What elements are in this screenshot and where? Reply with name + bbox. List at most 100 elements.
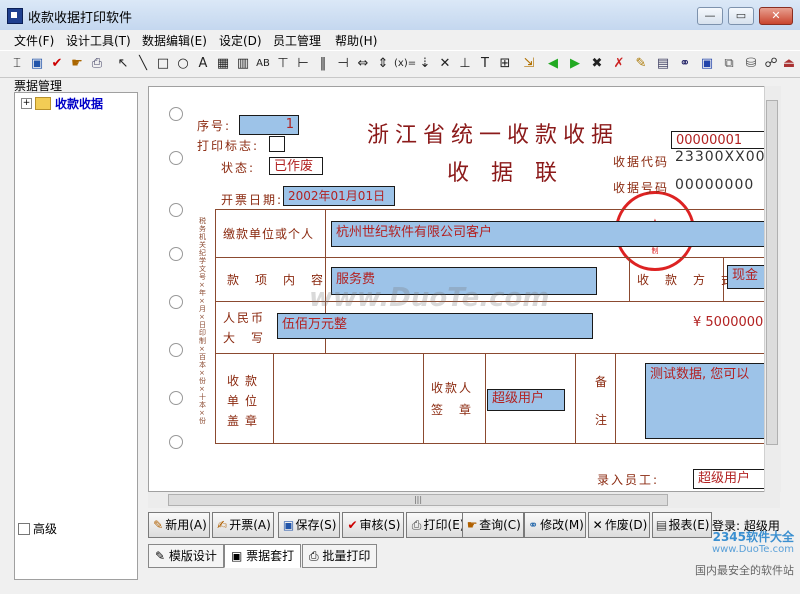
align-left-icon[interactable]: ⊢ [294, 55, 312, 73]
copy-icon[interactable]: ⧉ [720, 55, 738, 73]
table-line [629, 257, 630, 301]
ruler-icon[interactable]: ⊥ [456, 55, 474, 73]
void-icon[interactable]: ✗ [610, 55, 628, 73]
advanced-checkbox[interactable] [18, 523, 30, 535]
same-width-icon[interactable]: ⇔ [354, 55, 372, 73]
tab-template-design[interactable]: ✎ 模版设计 [148, 544, 224, 568]
corner-watermark-logo: 2345软件大全 www.DuoTe.com 国内最安全的软件站 [660, 524, 800, 594]
status-label: 状态: [221, 161, 256, 175]
issue-icon: ✍ [217, 518, 228, 532]
align-right-icon[interactable]: ⊣ [334, 55, 352, 73]
minimize-button[interactable]: — [697, 7, 723, 25]
punch-hole [169, 435, 183, 449]
binoculars-icon[interactable]: ☍ [762, 55, 780, 73]
same-height-icon[interactable]: ⇕ [374, 55, 392, 73]
horizontal-scroll-thumb[interactable]: ||| [168, 494, 668, 506]
new-icon: ✎ [153, 518, 164, 532]
save-icon[interactable]: ▣ [28, 55, 46, 73]
text-tool-icon[interactable]: T [476, 55, 494, 73]
save-icon: ▣ [282, 518, 295, 532]
new-button[interactable]: ✎ 新用(A) [148, 512, 210, 538]
window-icon[interactable]: ▣ [698, 55, 716, 73]
menu-design-tools[interactable]: 设计工具(T) [66, 32, 131, 49]
tree-item-receipt[interactable]: 收款收据 [55, 95, 103, 112]
punch-hole [169, 107, 183, 121]
modify-button[interactable]: ⚭ 修改(M) [524, 512, 586, 538]
formula-icon[interactable]: (x)= [394, 55, 416, 73]
issue-button[interactable]: ✍ 开票(A) [212, 512, 274, 538]
font-icon[interactable]: AB [254, 55, 272, 73]
table-line [215, 257, 779, 258]
approve-button[interactable]: ✔ 审核(S) [342, 512, 404, 538]
vertical-scroll-thumb[interactable] [766, 100, 778, 445]
receipt-subtitle: 收 据 联 [447, 161, 558, 186]
table-line [215, 353, 779, 354]
arrow-icon[interactable]: ↖ [114, 55, 132, 73]
menu-help[interactable]: 帮助(H) [335, 32, 377, 49]
exit-icon[interactable]: ⏏ [780, 55, 798, 73]
link-icon[interactable]: ⚭ [676, 55, 694, 73]
seq-field[interactable]: 1 [239, 115, 299, 135]
batch-print-icon: ⎙ [309, 549, 323, 563]
menu-file[interactable]: 文件(F) [14, 32, 54, 49]
payer-field[interactable]: 杭州世纪软件有限公司客户 [331, 221, 779, 247]
void-button[interactable]: ✕ 作废(D) [588, 512, 650, 538]
brand-name: 2345软件大全 [712, 530, 794, 544]
pointer-icon[interactable]: ⌶ [8, 55, 26, 73]
rmb-field[interactable]: 伍佰万元整 [277, 313, 593, 339]
folder-icon [35, 97, 51, 110]
ticket-icon: ▣ [231, 549, 247, 563]
rectangle-icon[interactable]: □ [154, 55, 172, 73]
delete-icon[interactable]: ✕ [436, 55, 454, 73]
next-icon[interactable]: ▶ [566, 55, 584, 73]
print-icon[interactable]: ⎙ [88, 55, 106, 73]
menu-settings[interactable]: 设定(D) [219, 32, 262, 49]
image-icon[interactable]: ▦ [214, 55, 232, 73]
menu-data-edit[interactable]: 数据编辑(E) [142, 32, 207, 49]
sort-icon[interactable]: ⇣ [416, 55, 434, 73]
cancel-icon[interactable]: ✖ [588, 55, 606, 73]
line-icon[interactable]: ╲ [134, 55, 152, 73]
payee-label: 收款人 [431, 381, 474, 395]
date-field[interactable]: 2002年01月01日 [283, 186, 395, 206]
align-center-icon[interactable]: ‖ [314, 55, 332, 73]
menu-staff[interactable]: 员工管理 [273, 32, 321, 49]
brand-url: www.DuoTe.com [711, 544, 794, 555]
entry-staff-label: 录入员工: [597, 473, 660, 487]
save-button[interactable]: ▣保存(S) [278, 512, 340, 538]
barcode-icon[interactable]: ▥ [234, 55, 252, 73]
table-line [273, 353, 274, 443]
text-icon[interactable]: A [194, 55, 212, 73]
query-icon: ☛ [466, 518, 478, 532]
prev-icon[interactable]: ◀ [544, 55, 562, 73]
payee-sign-label: 签 章 [431, 403, 474, 417]
watermark: www.DuoTe.com [309, 283, 550, 313]
check-icon[interactable]: ✔ [48, 55, 66, 73]
punch-hole [169, 247, 183, 261]
ellipse-icon[interactable]: ○ [174, 55, 192, 73]
import-icon[interactable]: ⇲ [520, 55, 538, 73]
print-flag-checkbox[interactable] [269, 136, 285, 152]
status-field[interactable]: 已作废 [269, 157, 323, 175]
template-icon: ✎ [155, 549, 169, 563]
query-button[interactable]: ☛ 查询(C) [462, 512, 524, 538]
tab-ticket-print[interactable]: ▣ 票据套打 [224, 544, 302, 568]
receipt-code-label: 收据代码 [613, 155, 670, 169]
receipt-title: 浙江省统一收款收据 [367, 123, 620, 148]
grid-icon[interactable]: ⊞ [496, 55, 514, 73]
expand-icon[interactable]: + [21, 98, 32, 109]
void-icon: ✕ [592, 518, 603, 532]
payee-field[interactable]: 超级用户 [487, 389, 565, 411]
page-icon[interactable]: ▤ [654, 55, 672, 73]
note-field[interactable]: 测试数据, 您可以 [645, 363, 779, 439]
tab-batch-print[interactable]: ⎙ 批量打印 [302, 544, 378, 568]
align-top-icon[interactable]: ⊤ [274, 55, 292, 73]
maximize-button[interactable]: ▭ [728, 7, 754, 25]
close-button[interactable]: ✕ [759, 7, 793, 25]
hand-icon[interactable]: ☛ [68, 55, 86, 73]
code-box-field[interactable]: 00000001 [671, 131, 771, 149]
database-icon[interactable]: ⛁ [742, 55, 760, 73]
receipt-code-value: 23300XX00 [675, 149, 766, 165]
pen-icon[interactable]: ✎ [632, 55, 650, 73]
print-button[interactable]: ⎙ 打印(E) [406, 512, 468, 538]
